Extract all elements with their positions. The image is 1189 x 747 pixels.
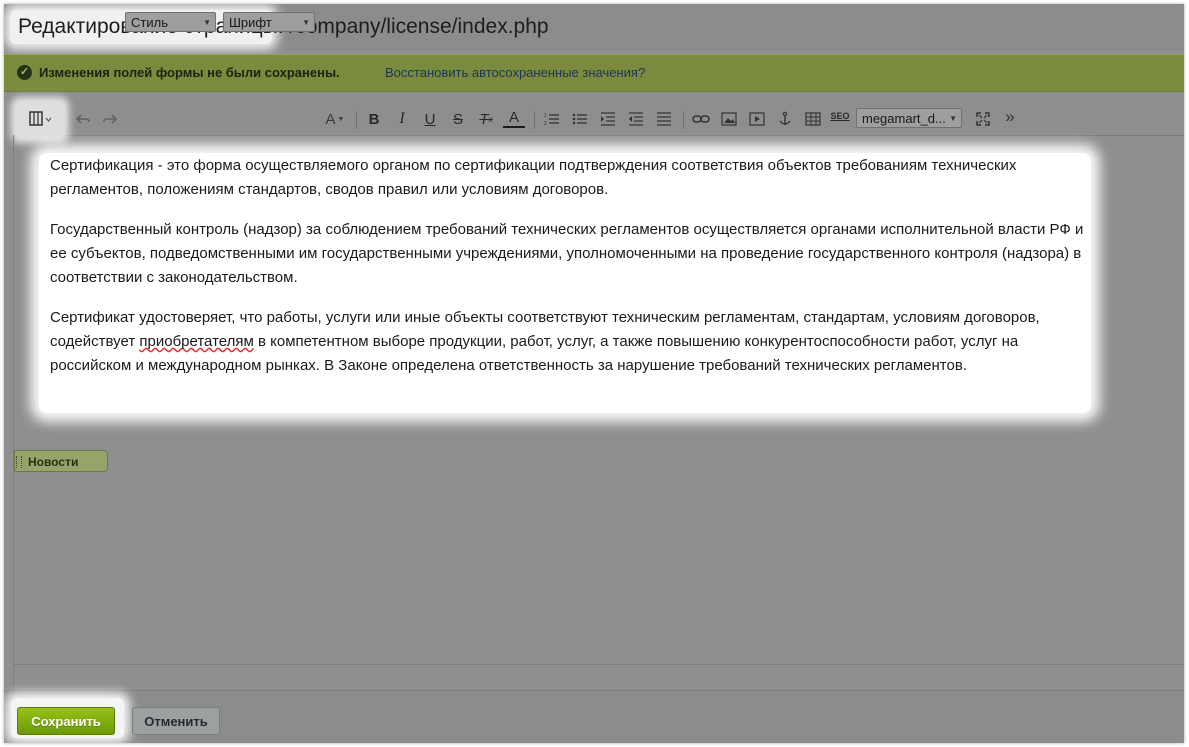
style-select-value: Стиль (131, 15, 168, 30)
image-icon[interactable] (718, 108, 740, 130)
news-tab-label: Новости (28, 455, 79, 469)
notice-message: Изменения полей формы не были сохранены. (39, 65, 340, 80)
underline-button[interactable]: U (419, 108, 441, 130)
more-tools-button[interactable]: » (1000, 106, 1020, 128)
editor-bottom-border (13, 664, 1184, 665)
undo-icon[interactable] (72, 108, 94, 130)
bold-icon: B (368, 110, 380, 128)
restore-autosave-link[interactable]: Восстановить автосохраненные значения? (385, 65, 645, 80)
template-select[interactable]: megamart_d... ▼ (856, 108, 962, 128)
chevron-down-icon: ▼ (203, 18, 211, 27)
bold-button[interactable]: B (363, 108, 385, 130)
style-select[interactable]: Стиль ▼ (125, 12, 216, 32)
view-mode-icon (29, 111, 52, 126)
editor-dialog: Редактирование страницы: /company/licens… (4, 4, 1184, 743)
strikethrough-button[interactable]: S (447, 108, 469, 130)
font-color-icon: A (508, 108, 519, 126)
video-icon[interactable] (746, 108, 768, 130)
bullet-list-icon[interactable] (569, 108, 591, 130)
paragraph-certification[interactable]: Сертификация - это форма осуществляемого… (50, 154, 1088, 202)
view-mode-button[interactable] (24, 108, 58, 130)
save-button[interactable]: Сохранить (17, 707, 115, 735)
link-icon[interactable] (690, 108, 712, 130)
fullscreen-icon[interactable] (972, 108, 994, 130)
font-select-value: Шрифт (229, 15, 272, 30)
font-select[interactable]: Шрифт ▼ (223, 12, 315, 32)
font-size-button[interactable]: A ▼ (322, 108, 348, 130)
title-path: /company/license/index.php (289, 15, 549, 38)
drag-handle-icon (16, 456, 22, 468)
cancel-button[interactable]: Отменить (132, 707, 220, 735)
toolbar-divider (683, 111, 684, 129)
check-circle-icon: ✓ (17, 65, 32, 80)
redo-icon[interactable] (99, 108, 121, 130)
italic-icon: I (399, 110, 405, 127)
font-color-button[interactable]: A (503, 108, 525, 128)
seo-button[interactable]: SEO (828, 105, 852, 127)
news-tab[interactable]: Новости (14, 450, 108, 472)
unsaved-notice: ✓ Изменения полей формы не были сохранен… (4, 54, 1184, 92)
svg-text:1: 1 (544, 113, 547, 119)
remove-format-icon: T (479, 110, 489, 128)
underline-icon: U (424, 110, 436, 128)
template-select-value: megamart_d... (862, 111, 946, 126)
toolbar-divider (356, 111, 357, 129)
editor-border (13, 135, 14, 690)
outdent-icon[interactable] (625, 108, 647, 130)
misspelled-word: приобретателям (139, 333, 254, 350)
remove-format-button[interactable]: Tx (475, 108, 497, 130)
align-justify-icon[interactable] (653, 108, 675, 130)
anchor-icon[interactable] (774, 108, 796, 130)
svg-text:2: 2 (544, 121, 547, 126)
ordered-list-icon[interactable]: 12 (541, 108, 563, 130)
toolbar-divider (534, 111, 535, 129)
font-size-icon: A (325, 110, 336, 128)
seo-icon: SEO (830, 111, 850, 121)
chevron-down-icon: ▼ (302, 18, 310, 27)
paragraph-certificate[interactable]: Сертификат удостоверяет, что работы, усл… (50, 306, 1088, 378)
paragraph-state-control[interactable]: Государственный контроль (надзор) за соб… (50, 218, 1088, 290)
indent-icon[interactable] (597, 108, 619, 130)
italic-button[interactable]: I (391, 108, 413, 130)
table-icon[interactable] (802, 108, 824, 130)
strikethrough-icon: S (452, 110, 463, 128)
more-icon: » (1005, 107, 1015, 126)
chevron-down-icon: ▼ (949, 114, 957, 123)
